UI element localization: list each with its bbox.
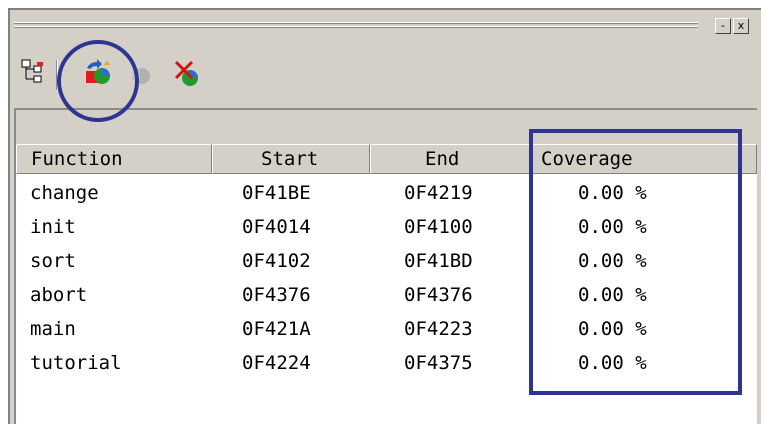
cell-function: abort: [30, 284, 88, 306]
cell-function: init: [30, 216, 76, 238]
cell-end: 0F4223: [404, 318, 473, 340]
cell-start: 0F421A: [242, 318, 311, 340]
coverage-window: - x Function Start End Coverage change 0…: [8, 8, 761, 424]
clear-coverage-button[interactable]: [170, 56, 204, 90]
annotation-circle: [57, 40, 139, 122]
cell-start: 0F4102: [242, 250, 311, 272]
cell-end: 0F4375: [404, 352, 473, 374]
cell-function: sort: [30, 250, 76, 272]
column-header-function[interactable]: Function: [16, 144, 212, 174]
cell-start: 0F41BE: [242, 182, 311, 204]
column-header-start[interactable]: Start: [212, 144, 370, 174]
close-button[interactable]: x: [733, 18, 749, 34]
cell-end: 0F4219: [404, 182, 473, 204]
cell-function: main: [30, 318, 76, 340]
cell-end: 0F4100: [404, 216, 473, 238]
cell-end: 0F41BD: [404, 250, 473, 272]
clear-coverage-icon: [174, 60, 198, 86]
cell-function: tutorial: [30, 352, 122, 374]
cell-start: 0F4224: [242, 352, 311, 374]
cell-start: 0F4014: [242, 216, 311, 238]
titlebar-grip[interactable]: [14, 22, 698, 32]
column-header-end[interactable]: End: [370, 144, 530, 174]
minimize-icon: -: [721, 19, 725, 32]
cell-end: 0F4376: [404, 284, 473, 306]
annotation-rectangle: [529, 129, 742, 395]
tree-view-icon: [21, 59, 43, 83]
cell-function: change: [30, 182, 99, 204]
minimize-button[interactable]: -: [715, 18, 731, 34]
close-icon: x: [737, 19, 745, 32]
cell-start: 0F4376: [242, 284, 311, 306]
tree-view-button[interactable]: [18, 56, 52, 90]
